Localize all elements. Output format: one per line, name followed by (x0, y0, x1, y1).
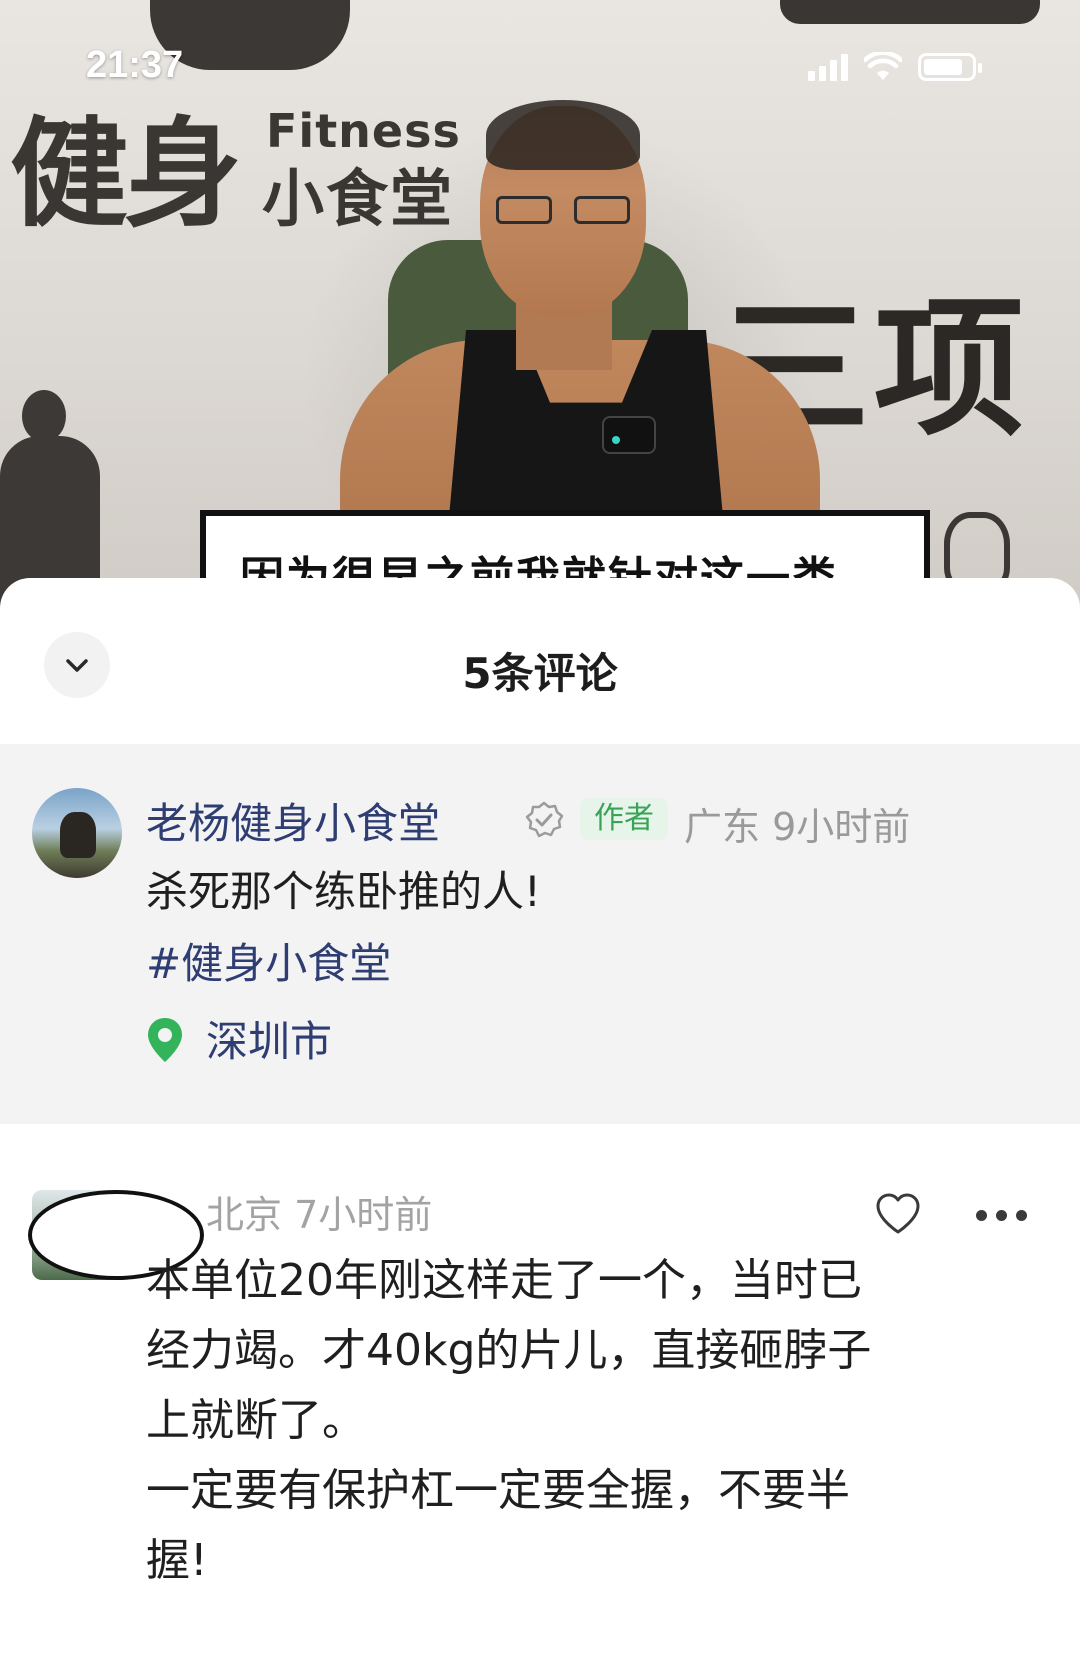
author-post-meta: 广东 9小时前 (684, 796, 910, 851)
wall-graphic-top-right (780, 0, 1040, 24)
comment-count-title: 5条评论 (462, 649, 618, 698)
more-icon[interactable] (976, 1210, 1030, 1222)
lavalier-mic (602, 416, 656, 454)
comment-meta: 北京 7小时前 (206, 1184, 432, 1239)
cellular-signal-icon (808, 53, 848, 81)
comment-sheet: 5条评论 老杨健身小食堂 作者 广东 9小时前 杀死那个练卧推的人! #健身小食… (0, 578, 1080, 1657)
author-post[interactable]: 老杨健身小食堂 作者 广东 9小时前 杀死那个练卧推的人! #健身小食堂 深圳市 (0, 744, 1080, 1124)
author-name[interactable]: 老杨健身小食堂 (146, 790, 440, 851)
author-region: 广东 (684, 805, 761, 849)
avatar[interactable] (32, 788, 122, 878)
heart-icon[interactable] (874, 1192, 922, 1236)
comment-region: 北京 (206, 1193, 283, 1237)
status-time: 21:37 (86, 44, 184, 86)
video-player[interactable]: 健身 Fitness 小食堂 三项之 因为很早之前我就针对这一类 21:37 (0, 0, 1080, 640)
author-post-text: 杀死那个练卧推的人! (146, 867, 541, 916)
comment-line: 握! (146, 1535, 208, 1586)
comment-time: 7小时前 (294, 1193, 433, 1237)
verified-icon (525, 801, 564, 838)
author-tag-badge: 作者 (580, 798, 668, 840)
hashtag-link[interactable]: #健身小食堂 (146, 930, 391, 991)
battery-icon (918, 53, 982, 81)
comment-line: 上就断了。 (146, 1395, 366, 1446)
author-post-time: 9小时前 (772, 805, 911, 849)
comment-line: 一定要有保护杠一定要全握，不要半 (146, 1465, 850, 1516)
comment-item[interactable]: 北京 7小时前 本单位20年刚这样走了一个，当时已 经力竭。才40kg的片儿，直… (0, 1124, 1080, 1657)
wall-brand-title: 健身 (10, 105, 242, 243)
comment-line: 经力竭。才40kg的片儿，直接砸脖子 (146, 1325, 872, 1376)
comment-sheet-header: 5条评论 (0, 578, 1080, 744)
location-pin-icon (148, 1018, 182, 1062)
comment-text: 本单位20年刚这样走了一个，当时已 经力竭。才40kg的片儿，直接砸脖子 上就断… (146, 1246, 1026, 1596)
comment-line: 本单位20年刚这样走了一个，当时已 (146, 1255, 862, 1306)
status-icons (808, 50, 982, 84)
wifi-icon (864, 52, 902, 80)
location-link[interactable]: 深圳市 (206, 1008, 332, 1069)
